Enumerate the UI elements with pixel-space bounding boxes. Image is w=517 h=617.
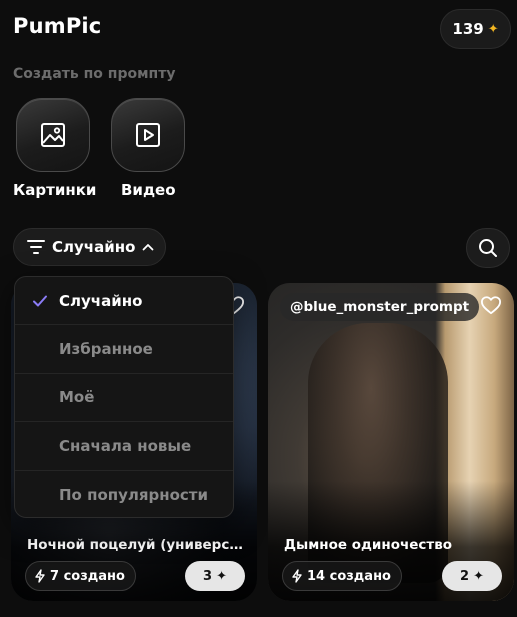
sparkle-icon: ✦ bbox=[487, 21, 499, 37]
sparkle-icon: ✦ bbox=[473, 568, 484, 584]
card-title: Дымное одиночество bbox=[284, 537, 453, 553]
credits-badge[interactable]: 139 ✦ bbox=[440, 9, 511, 49]
checkmark-icon bbox=[33, 295, 47, 307]
sort-dropdown-menu: Случайно Избранное Моё Сначала новые По … bbox=[14, 276, 234, 518]
chevron-up-icon bbox=[142, 244, 154, 251]
video-play-icon bbox=[136, 123, 160, 147]
create-video-label: Видео bbox=[121, 181, 176, 199]
sort-option-label: Случайно bbox=[59, 291, 143, 310]
sort-option-label: По популярности bbox=[59, 485, 209, 504]
create-video-button[interactable] bbox=[111, 98, 185, 172]
create-section-label: Создать по промпту bbox=[13, 66, 176, 82]
use-prompt-button[interactable]: 3 ✦ bbox=[185, 561, 245, 591]
created-count-badge: 14 создано bbox=[282, 561, 402, 591]
sort-option-label: Избранное bbox=[59, 340, 153, 359]
app-root: PumPic 139 ✦ Создать по промпту Картинки… bbox=[0, 0, 517, 617]
heart-icon[interactable] bbox=[480, 295, 502, 315]
lightning-icon bbox=[35, 569, 45, 583]
sort-option-label: Моё bbox=[59, 388, 95, 407]
cost-value: 3 bbox=[203, 568, 213, 584]
sort-current-label: Случайно bbox=[52, 238, 136, 256]
lightning-icon bbox=[292, 569, 302, 583]
prompt-card[interactable]: @blue_monster_prompt Дымное одиночество … bbox=[268, 283, 514, 601]
search-icon bbox=[479, 239, 497, 257]
created-count-badge: 7 создано bbox=[25, 561, 136, 591]
cost-value: 2 bbox=[460, 568, 470, 584]
create-images-button[interactable] bbox=[16, 98, 90, 172]
sort-dropdown-button[interactable]: Случайно bbox=[13, 228, 166, 266]
create-images-label: Картинки bbox=[13, 181, 97, 199]
sort-option-favorites[interactable]: Избранное bbox=[15, 325, 233, 374]
created-count: 7 создано bbox=[50, 568, 125, 584]
sort-option-mine[interactable]: Моё bbox=[15, 374, 233, 423]
credits-count: 139 bbox=[452, 20, 484, 38]
use-prompt-button[interactable]: 2 ✦ bbox=[442, 561, 502, 591]
sort-option-newest[interactable]: Сначала новые bbox=[15, 422, 233, 471]
search-button[interactable] bbox=[466, 228, 510, 268]
created-count: 14 создано bbox=[307, 568, 391, 584]
filter-icon bbox=[27, 240, 45, 254]
sort-option-popular[interactable]: По популярности bbox=[15, 471, 233, 517]
image-icon bbox=[41, 123, 65, 147]
author-tag[interactable]: @blue_monster_prompt bbox=[280, 293, 480, 321]
sparkle-icon: ✦ bbox=[216, 568, 227, 584]
app-title: PumPic bbox=[13, 14, 102, 38]
card-title: Ночной поцелуй (универса... bbox=[27, 537, 247, 553]
sort-option-random[interactable]: Случайно bbox=[15, 277, 233, 326]
sort-option-label: Сначала новые bbox=[59, 436, 192, 455]
